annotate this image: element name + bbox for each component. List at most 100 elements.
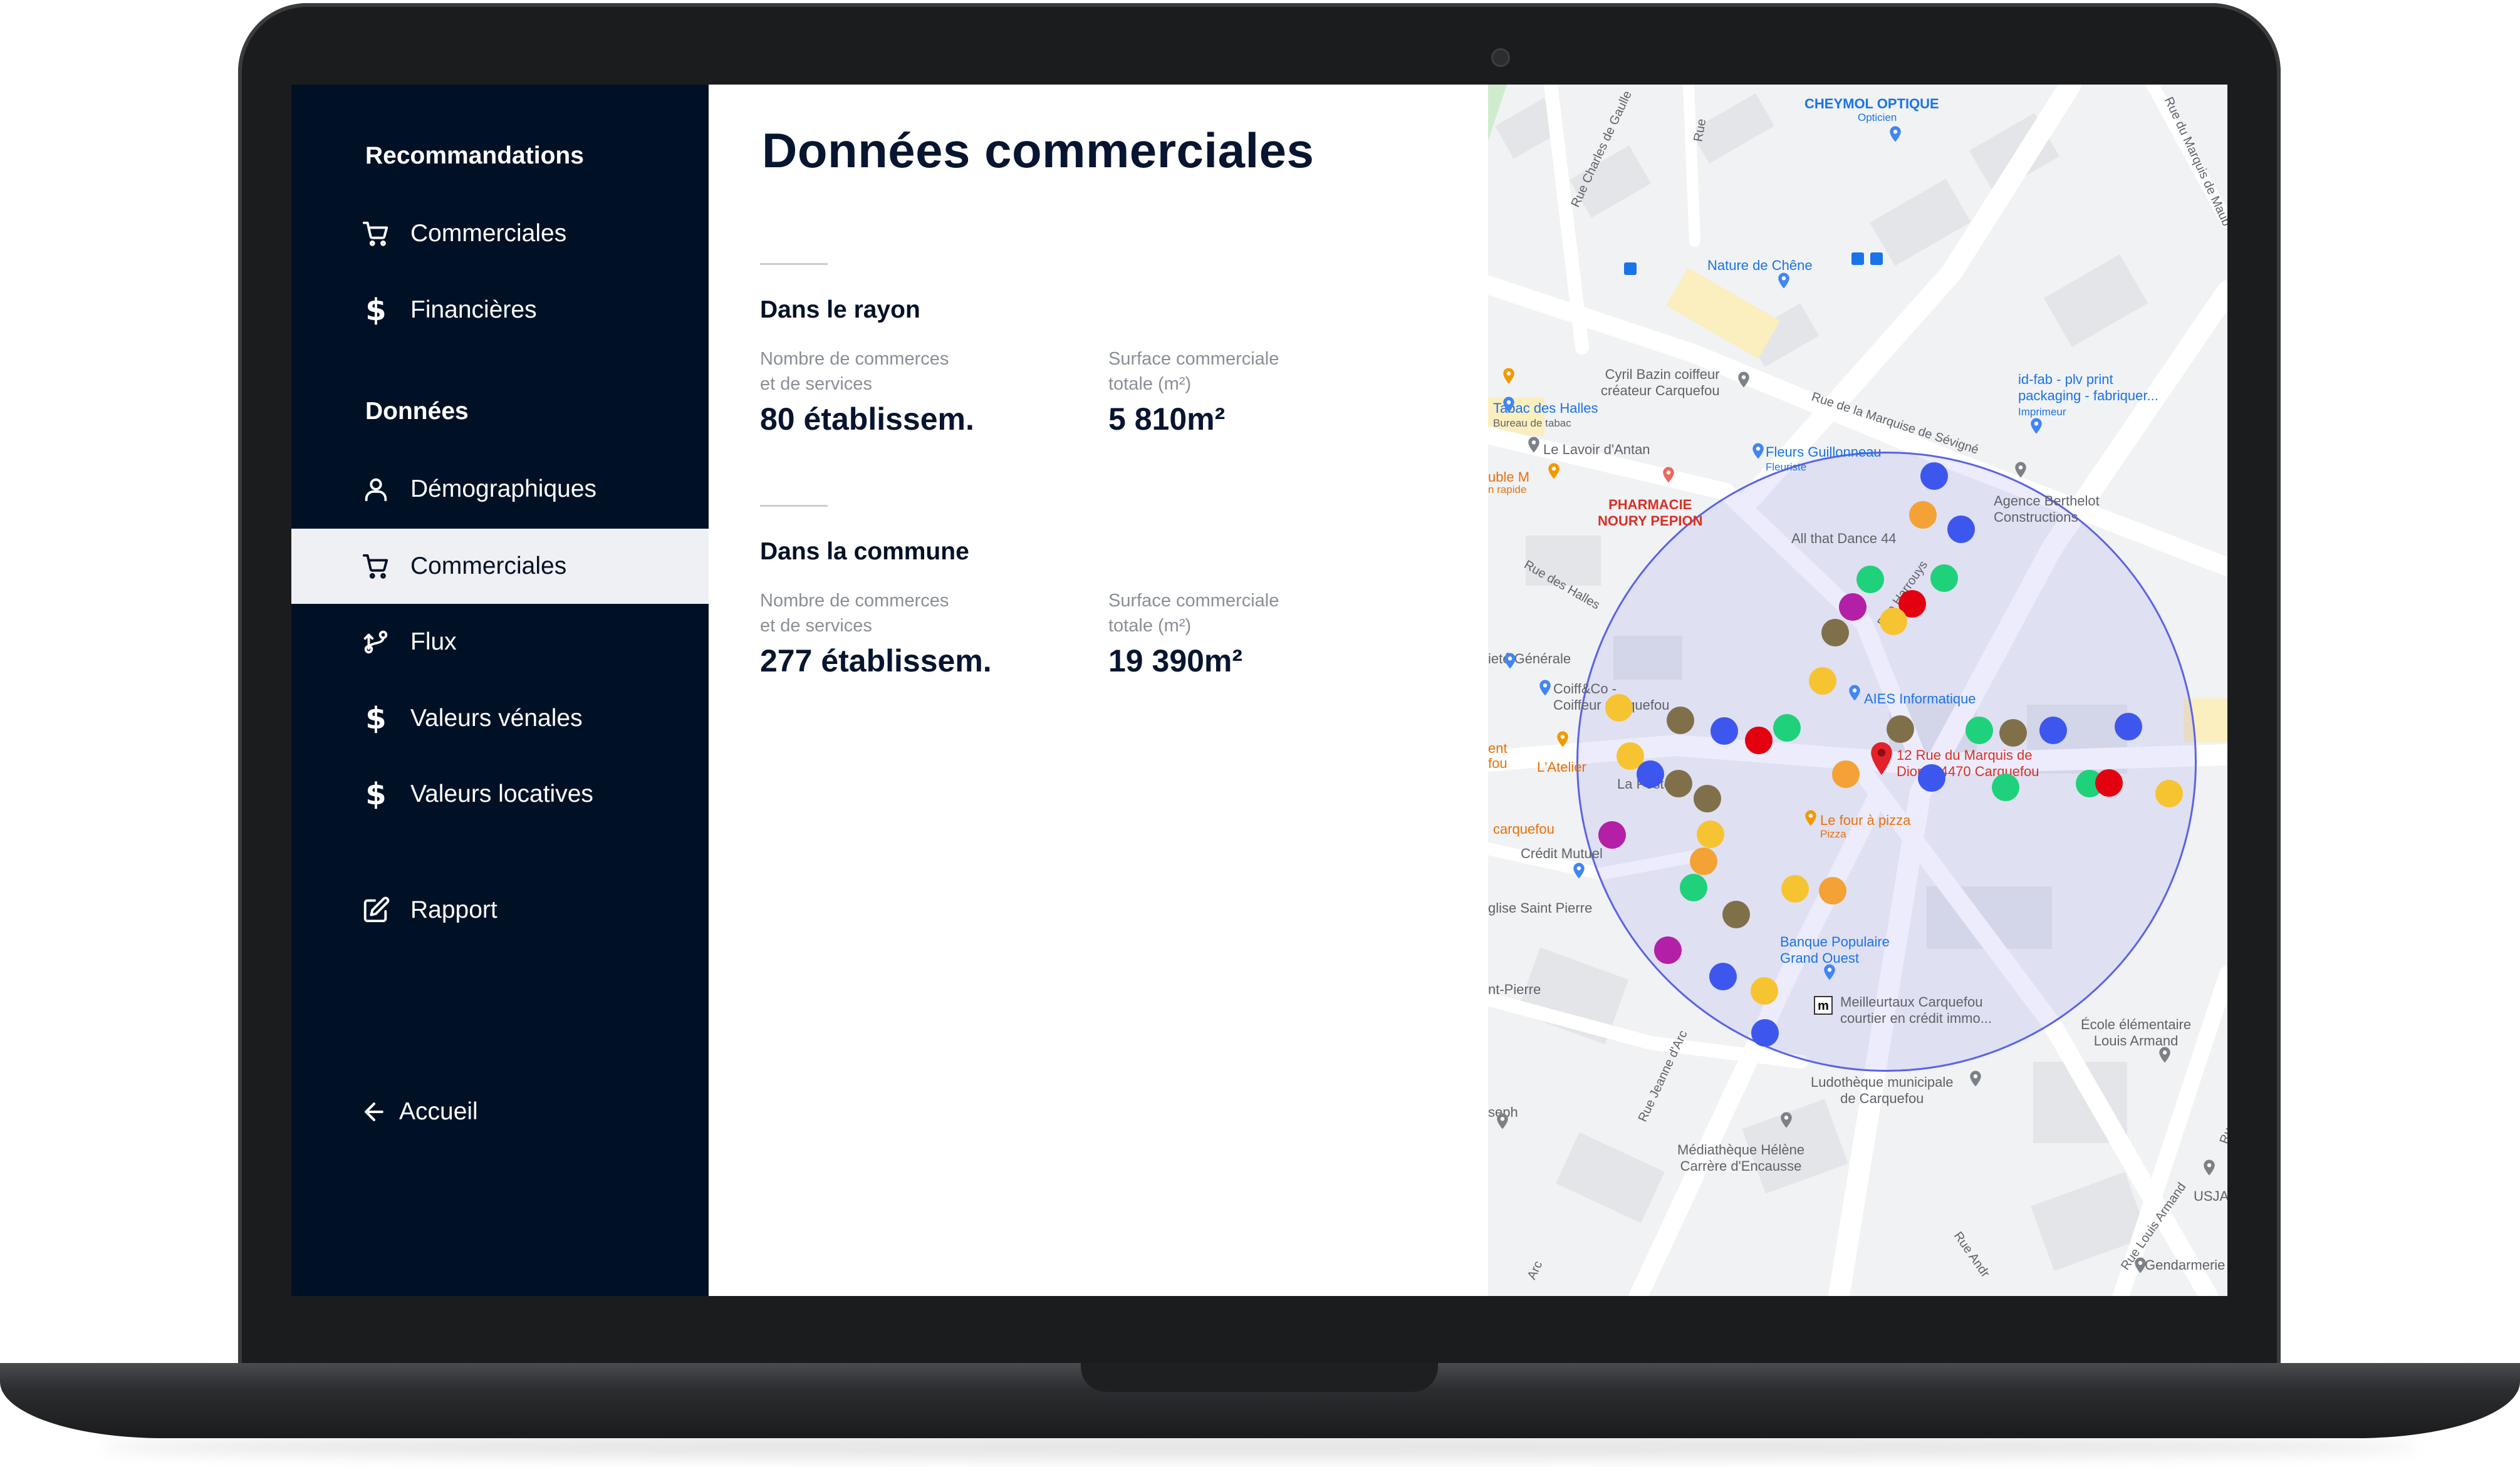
sidebar-item-donnees-commerciales[interactable]: Commerciales [291,529,709,604]
map-label: Nature de Chêne [1707,257,1813,273]
business-dot[interactable] [1694,785,1721,812]
map-pin-icon[interactable] [1553,730,1572,749]
business-dot[interactable] [2155,780,2183,807]
business-dot[interactable] [1819,877,1846,905]
stat-label-line: et de services [760,616,872,636]
business-dot[interactable] [2095,769,2123,797]
map-pin-icon[interactable] [2027,417,2046,435]
business-dot[interactable] [1909,501,1937,529]
map-label: Ludothèque municipale de Carquefou [1811,1074,1954,1107]
map-pin-icon[interactable] [1749,442,1768,460]
sidebar-item-recommandations-commerciales[interactable]: Commerciales [291,196,709,271]
flow-icon [360,626,392,658]
map-label: n rapide [1488,484,1527,495]
map-pin-icon[interactable] [1524,435,1543,454]
business-dot[interactable] [1773,714,1801,742]
sidebar-item-recommandations-financieres[interactable]: $ Financières [291,272,709,348]
map-pin-icon[interactable] [1536,678,1554,697]
stat-label-line: Nombre de commerces [760,591,949,611]
business-dot[interactable] [1947,516,1975,543]
map-label: PHARMACIE NOURY PEPION [1598,497,1702,529]
dollar-icon: $ [365,293,387,328]
map-pin-icon[interactable] [1734,370,1753,389]
map-label: Bureau de tabac [1493,417,1571,429]
business-dot[interactable] [1920,462,1948,490]
business-dot[interactable] [1745,727,1773,754]
map-pin-icon[interactable] [1544,462,1563,480]
sidebar-item-demographiques[interactable]: Démographiques [291,452,709,527]
map-pin-icon[interactable] [1493,1112,1512,1131]
stat-label-surface-commune: Surface commerciale totale (m²) [1108,588,1334,638]
stat-label-line: Nombre de commerces [760,349,949,369]
business-dot[interactable] [1637,760,1664,788]
map-pin-icon[interactable] [1777,1111,1796,1129]
map-label-line: courtier en crédit immo... [1840,1010,1992,1026]
map-pin-icon[interactable] [1966,1069,1985,1088]
business-dot[interactable] [1918,764,1945,792]
business-dot[interactable] [2115,713,2142,740]
business-dot[interactable] [1809,667,1836,695]
business-dot[interactable] [1710,717,1738,745]
sidebar-item-flux[interactable]: Flux [291,604,709,680]
business-dot[interactable] [1667,707,1694,734]
map-pin-icon[interactable] [1845,683,1864,702]
business-dot[interactable] [1992,774,2019,801]
business-dot[interactable] [1832,760,1860,788]
map-label: ent [1488,740,1507,756]
business-dot[interactable] [1887,715,1914,743]
map-pin-icon[interactable] [2011,460,2030,479]
sidebar-item-valeurs-venales[interactable]: $ Valeurs vénales [291,681,709,756]
business-dot[interactable] [1605,694,1633,722]
map-pin-icon[interactable] [1820,963,1839,982]
business-dot[interactable] [1781,875,1809,903]
business-dot[interactable] [1598,821,1626,849]
business-dot[interactable] [1654,936,1682,964]
business-dot[interactable] [1690,848,1717,875]
sidebar: Recommandations Commerciales $ Financièr… [291,85,709,1296]
business-dot[interactable] [1880,608,1907,635]
business-dot[interactable] [1697,821,1724,848]
cart-icon [360,551,392,582]
business-dot[interactable] [1722,901,1750,928]
sidebar-item-valeurs-locatives[interactable]: $ Valeurs locatives [291,757,709,832]
screen: Recommandations Commerciales $ Financièr… [291,85,2227,1296]
map-pin-icon[interactable] [1499,395,1518,414]
stat-label-line: totale (m²) [1108,616,1192,636]
business-dot[interactable] [2039,717,2067,744]
business-dot[interactable] [1680,874,1707,901]
map-label-line: Ludothèque municipale [1811,1074,1954,1090]
map-pin-icon[interactable] [1570,861,1588,880]
back-home-link[interactable]: Accueil [360,1087,478,1137]
map-label-line: id-fab - plv print [2018,371,2113,387]
stat-label-line: et de services [760,374,872,394]
edit-icon [360,894,392,926]
business-dot[interactable] [1930,564,1958,592]
map-pin-icon[interactable] [1801,809,1820,827]
business-dot[interactable] [1965,717,1993,744]
target-location-pin-icon[interactable] [1867,741,1896,776]
dollar-icon: $ [365,701,387,736]
business-dot[interactable] [1709,963,1737,990]
map-pin-icon[interactable] [1774,271,1793,290]
map-pin-icon[interactable] [2200,1158,2219,1177]
stat-value-surface-commune: 19 390m² [1108,643,1243,678]
map-pin-icon[interactable] [1659,465,1678,484]
sidebar-item-rapport[interactable]: Rapport [291,873,709,948]
map-pin-icon[interactable] [1886,125,1905,143]
meilleurtaux-logo-icon[interactable]: m [1814,996,1833,1015]
sidebar-item-label: Démographiques [410,475,597,502]
map-pin-icon[interactable] [1501,651,1519,670]
business-dot[interactable] [1751,977,1778,1005]
map-view[interactable]: CHEYMOL OPTIQUE Opticien Nature de Chêne… [1488,85,2227,1296]
stat-label-line: totale (m²) [1108,374,1192,394]
business-dot[interactable] [1999,719,2027,747]
business-dot[interactable] [1751,1019,1779,1047]
sidebar-item-label: Commerciales [410,220,567,247]
business-dot[interactable] [1821,619,1849,646]
map-pin-icon[interactable] [2131,1256,2150,1275]
business-dot[interactable] [1665,770,1692,797]
map-pin-icon[interactable] [1499,366,1518,385]
map-pin-icon[interactable] [2155,1045,2174,1064]
business-dot[interactable] [1839,593,1867,621]
business-dot[interactable] [1856,566,1884,593]
